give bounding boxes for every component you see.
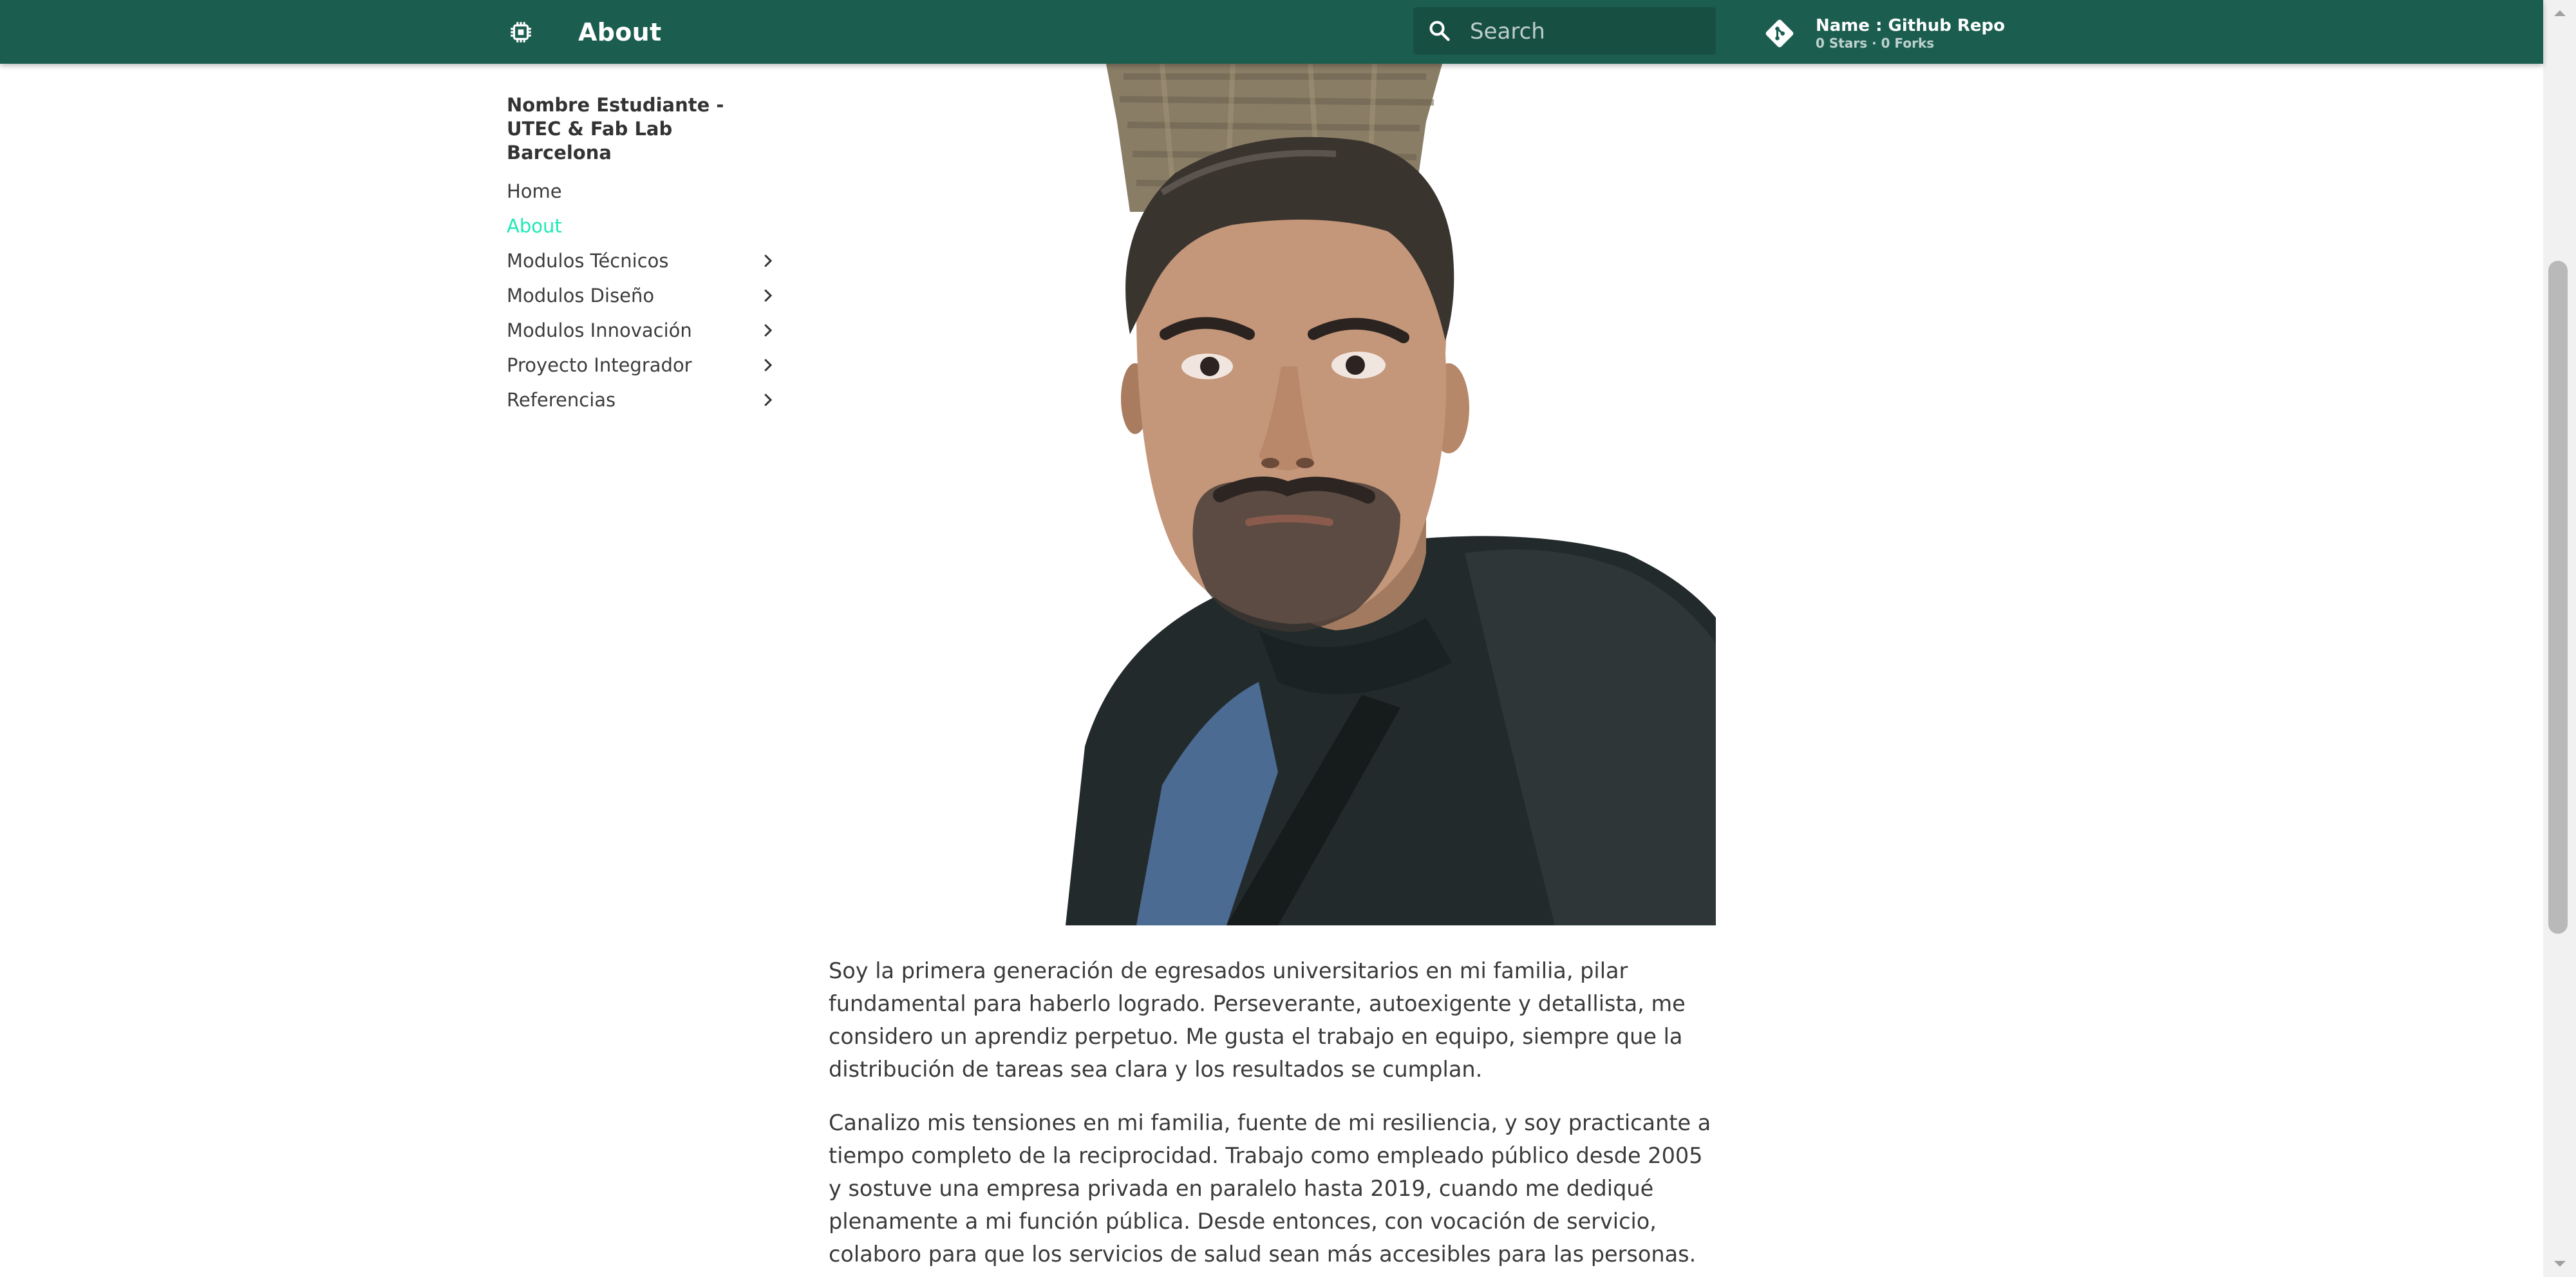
nav-item-label: Modulos Innovación xyxy=(507,319,692,341)
nav-item-about[interactable]: About xyxy=(507,209,777,243)
chip-icon[interactable] xyxy=(505,17,536,48)
nav-item-label: Home xyxy=(507,180,562,202)
nav-item-label: About xyxy=(507,215,562,237)
nav-item-home[interactable]: Home xyxy=(507,174,777,209)
nav-item-label: Proyecto Integrador xyxy=(507,354,692,376)
vertical-scrollbar[interactable] xyxy=(2543,0,2576,1277)
nav-item-label: Modulos Técnicos xyxy=(507,250,669,272)
git-icon xyxy=(1765,19,1794,48)
github-repo-link[interactable]: Name : Github Repo 0 Stars · 0 Forks xyxy=(1763,14,2005,53)
nav-item-label: Modulos Diseño xyxy=(507,285,655,307)
chevron-right-icon xyxy=(764,359,773,372)
top-header: About Name : Github Repo 0 Stars · 0 For… xyxy=(0,0,2543,64)
scroll-down-arrow-icon[interactable] xyxy=(2543,1251,2576,1277)
nav-item-modulos-tecnicos[interactable]: Modulos Técnicos xyxy=(507,243,777,278)
scrollbar-thumb[interactable] xyxy=(2548,261,2568,934)
about-paragraph: Soy la primera generación de egresados u… xyxy=(829,958,1686,1082)
chevron-right-icon xyxy=(764,393,773,406)
repo-name: Name : Github Repo xyxy=(1816,16,2006,35)
about-paragraph: Canalizo mis tensiones en mi familia, fu… xyxy=(829,1110,1711,1267)
search-input[interactable] xyxy=(1470,17,1702,46)
nav-item-referencias[interactable]: Referencias xyxy=(507,383,777,417)
chevron-right-icon xyxy=(764,254,773,267)
nav-item-label: Referencias xyxy=(507,389,616,411)
chevron-right-icon xyxy=(764,289,773,302)
nav-item-modulos-diseno[interactable]: Modulos Diseño xyxy=(507,278,777,313)
nav-item-modulos-innovacion[interactable]: Modulos Innovación xyxy=(507,313,777,348)
nav-item-proyecto-integrador[interactable]: Proyecto Integrador xyxy=(507,348,777,383)
scroll-up-arrow-icon[interactable] xyxy=(2543,0,2576,26)
chevron-right-icon xyxy=(764,324,773,337)
sidebar-nav: Nombre Estudiante - UTEC & Fab Lab Barce… xyxy=(507,93,777,417)
search-icon xyxy=(1429,21,1450,41)
article-content: Soy la primera generación de egresados u… xyxy=(829,954,1717,1277)
repo-facts: 0 Stars · 0 Forks xyxy=(1816,35,1935,51)
site-title: Nombre Estudiante - UTEC & Fab Lab Barce… xyxy=(507,94,724,164)
search-box[interactable] xyxy=(1413,7,1716,55)
page-title: About xyxy=(578,18,662,46)
profile-photo xyxy=(1066,64,1716,925)
